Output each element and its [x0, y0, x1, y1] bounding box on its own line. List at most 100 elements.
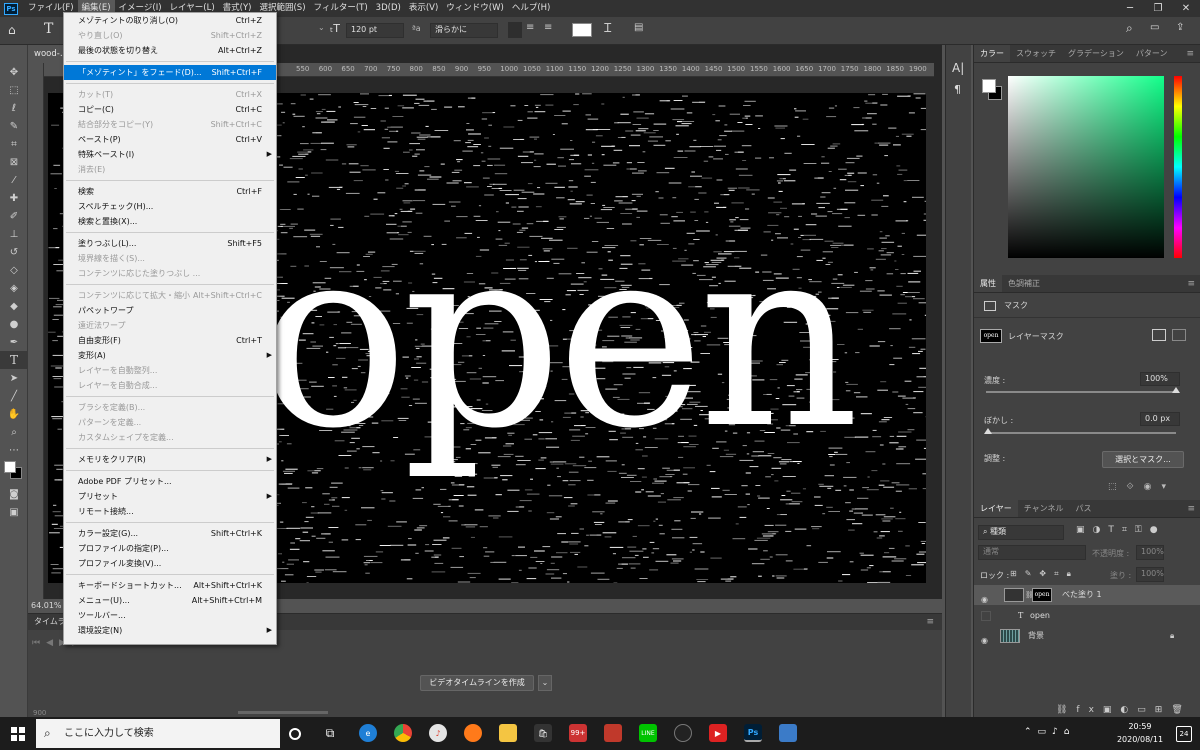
font-size-field[interactable]: 120 pt — [346, 23, 404, 38]
pixel-mask-icon[interactable] — [1152, 329, 1166, 341]
edit-menu-item[interactable]: プロファイル変換(V)... — [64, 556, 276, 571]
fill-field[interactable]: 100% — [1136, 567, 1164, 582]
align-right-icon[interactable]: ≡ — [544, 22, 558, 38]
visibility-eye-icon[interactable]: ◉ — [981, 631, 988, 651]
task-view-icon[interactable]: ⧉ — [321, 724, 339, 742]
edit-menu-item[interactable]: リモート接続... — [64, 504, 276, 519]
blend-mode-dropdown[interactable]: 通常 — [978, 545, 1086, 560]
notification-icon[interactable]: 24 — [1176, 726, 1192, 742]
edit-menu-item[interactable]: 特殊ペースト(I) ▶ — [64, 147, 276, 162]
paint-bucket-icon[interactable]: ◈ — [0, 279, 28, 297]
app-badge-icon[interactable]: 99+ — [569, 724, 587, 742]
timeline-zoom-slider[interactable] — [238, 711, 328, 714]
layer-background[interactable]: ◉ 背景 🔒︎ — [974, 626, 1200, 646]
edit-menu-item[interactable]: キーボードショートカット... Alt+Shift+Ctrl+K — [64, 578, 276, 593]
restore-icon[interactable]: ❐ — [1144, 0, 1172, 17]
edit-menu-item[interactable]: スペルチェック(H)... — [64, 199, 276, 214]
lock-icons[interactable]: ⊞✎✥⌗🔒︎ — [1010, 569, 1079, 579]
edit-menu-item[interactable]: ツールバー... — [64, 608, 276, 623]
edit-menu-item[interactable]: 検索と置換(X)... — [64, 214, 276, 229]
eraser-tool-icon[interactable]: ◇ — [0, 261, 28, 279]
brush-tool-icon[interactable]: ✐ — [0, 207, 28, 225]
cortana-icon[interactable] — [289, 728, 301, 740]
color-tab-0[interactable]: カラー — [974, 45, 1010, 62]
layers-tab-0[interactable]: レイヤー — [974, 500, 1018, 517]
edit-menu-item[interactable]: 自由変形(F) Ctrl+T — [64, 333, 276, 348]
pen-tool-icon[interactable]: ✒ — [0, 333, 28, 351]
screen-mode-icon[interactable]: ▣ — [0, 503, 28, 521]
edit-menu-item[interactable]: カラー設定(G)... Shift+Ctrl+K — [64, 526, 276, 541]
line-app-icon[interactable]: LINE — [639, 724, 657, 742]
feather-field[interactable]: 0.0 px — [1140, 412, 1180, 426]
edit-menu-item[interactable]: 環境設定(N) ▶ — [64, 623, 276, 638]
panel-menu-icon[interactable]: ≡ — [1186, 45, 1200, 62]
close-icon[interactable]: ✕ — [1172, 0, 1200, 17]
menu-10[interactable]: ヘルプ(H) — [508, 0, 555, 17]
layers-tab-1[interactable]: チャンネル — [1018, 500, 1070, 517]
store-icon[interactable]: 🛍︎ — [534, 724, 552, 742]
move-tool-icon[interactable]: ✥ — [0, 63, 28, 81]
type-tool-icon[interactable]: T — [0, 351, 28, 369]
layer-filter-icons[interactable]: ▣◑T⌗⚿● — [1076, 525, 1166, 535]
edit-menu-item[interactable]: 塗りつぶし(L)... Shift+F5 — [64, 236, 276, 251]
layers-tab-2[interactable]: パス — [1070, 500, 1098, 517]
character-panel-icon[interactable]: A| — [952, 61, 964, 75]
timeline-dropdown-icon[interactable]: ⌄ — [538, 675, 552, 691]
stamp-tool-icon[interactable]: ⊥ — [0, 225, 28, 243]
antialias-dropdown[interactable]: 滑らかに — [430, 23, 498, 38]
blur-tool-icon[interactable]: ◆ — [0, 297, 28, 315]
nox-icon[interactable] — [674, 724, 692, 742]
type-tool-icon[interactable]: T — [44, 21, 53, 37]
media-player-icon[interactable]: ▶ — [709, 724, 727, 742]
paragraph-panel-icon[interactable]: ¶ — [954, 83, 961, 96]
line-tool-icon[interactable]: ╱ — [0, 387, 28, 405]
align-center-icon[interactable]: ≡ — [526, 22, 540, 38]
layer-fill[interactable]: ◉ ⛓ open べた塗り 1 — [974, 585, 1200, 605]
lasso-tool-icon[interactable]: ℓ — [0, 99, 28, 117]
edit-menu-item[interactable]: 最後の状態を切り替え Alt+Ctrl+Z — [64, 43, 276, 58]
text-color-swatch[interactable] — [572, 23, 592, 37]
color-swatches[interactable] — [0, 459, 27, 485]
layer-actions-icons[interactable]: ⛓fx▣◐▭⊞🗑︎ — [1056, 705, 1192, 715]
properties-tab-0[interactable]: 属性 — [974, 275, 1002, 292]
color-field[interactable] — [1008, 76, 1164, 258]
clock[interactable]: 20:59 2020/08/11 — [1112, 720, 1168, 746]
minimize-icon[interactable]: ─ — [1116, 0, 1144, 17]
path-select-icon[interactable]: ➤ — [0, 369, 28, 387]
foreground-color[interactable] — [4, 461, 16, 473]
feather-slider-knob[interactable] — [984, 428, 992, 434]
align-left-icon[interactable] — [508, 22, 522, 38]
layer-filter-dropdown[interactable]: ⌕ 種類 — [978, 525, 1064, 540]
opacity-field[interactable]: 100% — [1136, 545, 1164, 560]
edit-menu-item[interactable]: メニュー(U)... Alt+Shift+Ctrl+M — [64, 593, 276, 608]
create-video-timeline-button[interactable]: ビデオタイムラインを作成 — [420, 675, 534, 691]
edit-menu-item[interactable]: パペットワープ — [64, 303, 276, 318]
itunes-icon[interactable]: ♪ — [429, 724, 447, 742]
edit-menu-item[interactable]: 「メゾティント」をフェード(D)... Shift+Ctrl+F — [64, 65, 276, 80]
edit-menu-item[interactable]: 検索 Ctrl+F — [64, 184, 276, 199]
office-icon[interactable] — [604, 724, 622, 742]
layer-text[interactable]: T open — [974, 606, 1200, 626]
density-slider[interactable] — [986, 391, 1176, 393]
hand-tool-icon[interactable]: ✋ — [0, 405, 28, 423]
density-field[interactable]: 100% — [1140, 372, 1180, 386]
photoshop-logo-icon[interactable]: Ps — [4, 2, 18, 15]
photoshop-taskbar-icon[interactable]: Ps — [744, 724, 762, 742]
font-style-dropdown-icon[interactable]: ⌄ — [318, 23, 328, 37]
color-tab-1[interactable]: スウォッチ — [1010, 45, 1062, 62]
dodge-tool-icon[interactable]: ● — [0, 315, 28, 333]
color-tab-2[interactable]: グラデーション — [1062, 45, 1130, 62]
mask-actions-icons[interactable]: ⬚⟐◉▾ — [1108, 482, 1176, 492]
marquee-tool-icon[interactable]: ⬚ — [0, 81, 28, 99]
edit-menu-item[interactable]: メゾティントの取り消し(O) Ctrl+Z — [64, 13, 276, 28]
menu-7[interactable]: 3D(D) — [372, 0, 405, 17]
chrome-icon[interactable] — [394, 724, 412, 742]
share-icon[interactable]: ⇪ — [1176, 22, 1184, 33]
warp-text-icon[interactable]: Ꮖ — [604, 21, 612, 36]
edit-menu-item[interactable]: プリセット ▶ — [64, 489, 276, 504]
vector-mask-icon[interactable] — [1172, 329, 1186, 341]
panel-menu-icon[interactable]: ≡ — [1187, 500, 1200, 517]
zoom-tool-icon[interactable]: ⌕ — [0, 423, 28, 441]
quick-select-tool-icon[interactable]: ✎ — [0, 117, 28, 135]
color-tab-3[interactable]: パターン — [1130, 45, 1174, 62]
